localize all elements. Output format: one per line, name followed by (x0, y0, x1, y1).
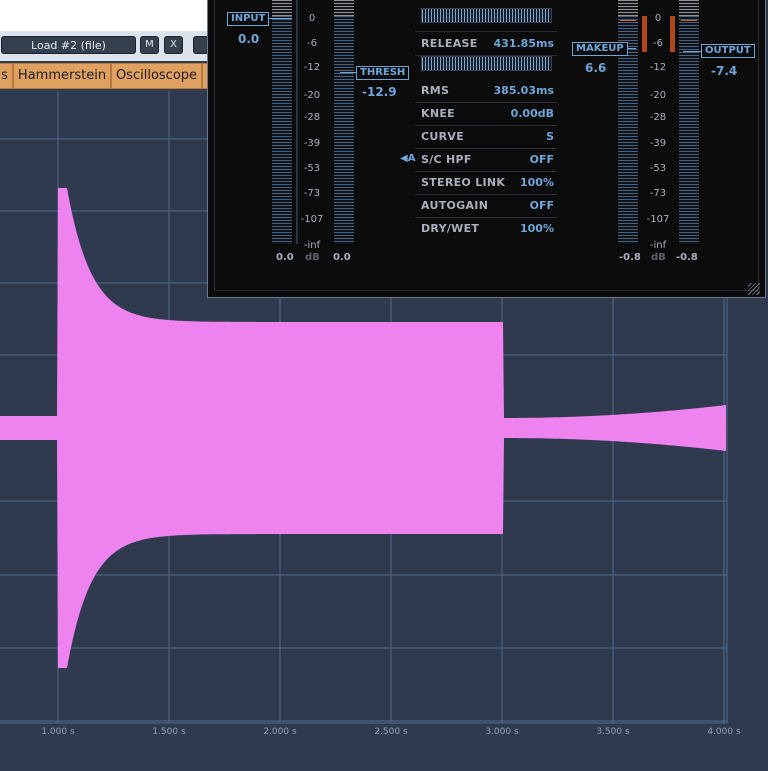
db-scale-tick: -12 (649, 62, 667, 73)
thresh-label[interactable]: THRESH (356, 66, 410, 80)
divider (415, 31, 557, 32)
makeup-meter-top (618, 0, 638, 16)
db-scale-tick: -6 (307, 38, 317, 49)
param-knee[interactable]: KNEE 0.00dB (415, 103, 557, 126)
x-tick-label: 1.500 s (152, 727, 186, 737)
x-tick-label: 2.000 s (263, 727, 297, 737)
db-scale-tick: -39 (649, 138, 667, 149)
output-peak-line (681, 20, 697, 21)
tab-hammerstein[interactable]: Hammerstein (13, 63, 111, 89)
sc-hpf-label: S/C HPF (421, 153, 472, 166)
stereo-link-value[interactable]: 100% (520, 176, 554, 189)
output-meter-top (679, 0, 699, 16)
gr-peak-readout: 0.0 (333, 252, 351, 263)
input-meter-top (272, 0, 292, 16)
release-label: RELEASE (421, 37, 478, 50)
stereo-link-label: STEREO LINK (421, 176, 506, 189)
x-tick-label: 4.000 s (707, 727, 741, 737)
makeup-peak-readout: -0.8 (619, 252, 641, 263)
attack-slider[interactable] (421, 8, 552, 23)
makeup-label[interactable]: MAKEUP (572, 42, 628, 56)
output-peak-readout: -0.8 (676, 252, 698, 263)
db-scale-tick: -20 (303, 90, 321, 101)
output-marker-line (683, 51, 701, 52)
dry-wet-label: DRY/WET (421, 222, 480, 235)
rms-label: RMS (421, 84, 450, 97)
db-scale-tick: 0 (654, 13, 662, 24)
tab-oscilloscope[interactable]: Oscilloscope (111, 63, 202, 89)
curve-label: CURVE (421, 130, 465, 143)
mute-button[interactable]: M (140, 36, 159, 54)
rms-value[interactable]: 385.03ms (494, 84, 554, 97)
output-value[interactable]: -7.4 (711, 64, 737, 78)
param-sc-hpf[interactable]: S/C HPF OFF (415, 149, 557, 172)
param-release[interactable]: RELEASE 431.85ms (415, 33, 557, 56)
release-slider[interactable] (421, 56, 552, 71)
db-scale-tick: -73 (303, 188, 321, 199)
load-file-field[interactable]: Load #2 (file) (1, 36, 136, 54)
db-scale-tick: -20 (649, 90, 667, 101)
thresh-value[interactable]: -12.9 (362, 85, 397, 99)
db-scale-tick: -6 (653, 38, 663, 49)
sidechain-toggle-icon[interactable]: ◀A (400, 153, 415, 164)
tab-partial[interactable]: s (0, 63, 13, 89)
x-tick-label: 3.500 s (596, 727, 630, 737)
x-tick-label: 2.500 s (374, 727, 408, 737)
output-label[interactable]: OUTPUT (701, 44, 755, 58)
db-scale-tick: -28 (649, 112, 667, 123)
gain-reduction-meter-top (334, 0, 354, 16)
db-scale-tick: -73 (649, 188, 667, 199)
db-scale-tick: -39 (303, 138, 321, 149)
db-scale-tick: -inf (649, 240, 667, 251)
db-unit-left: dB (305, 252, 320, 263)
remove-button[interactable]: X (164, 36, 183, 54)
makeup-value[interactable]: 6.6 (585, 61, 606, 75)
param-autogain[interactable]: AUTOGAIN OFF (415, 195, 557, 218)
sc-hpf-value[interactable]: OFF (530, 153, 554, 166)
autogain-label: AUTOGAIN (421, 199, 489, 212)
x-axis-ticks: 1.000 s 1.500 s 2.000 s 2.500 s 3.000 s 3.500… (41, 727, 741, 737)
db-scale-tick: -28 (303, 112, 321, 123)
db-scale-tick: -53 (649, 163, 667, 174)
resize-grip-icon[interactable] (748, 283, 760, 295)
curve-value[interactable]: S (546, 130, 554, 143)
input-value[interactable]: 0.0 (238, 32, 259, 46)
window-background (0, 0, 210, 31)
makeup-peak-line (620, 20, 636, 21)
knee-value[interactable]: 0.00dB (511, 107, 554, 120)
knee-label: KNEE (421, 107, 455, 120)
input-meter (272, 16, 292, 244)
param-rms[interactable]: RMS 385.03ms (415, 80, 557, 103)
release-value[interactable]: 431.85ms (494, 37, 554, 50)
dry-wet-value[interactable]: 100% (520, 222, 554, 235)
param-dry-wet[interactable]: DRY/WET 100% (415, 218, 557, 240)
autogain-value[interactable]: OFF (530, 199, 554, 212)
x-tick-label: 1.000 s (41, 727, 75, 737)
x-tick-label: 3.000 s (485, 727, 519, 737)
db-scale-tick: -inf (303, 240, 321, 251)
param-curve[interactable]: CURVE S (415, 126, 557, 149)
db-scale-tick: -107 (300, 214, 324, 225)
db-scale-tick: -53 (303, 163, 321, 174)
input-label[interactable]: INPUT (227, 12, 270, 26)
gain-reduction-meter (334, 16, 354, 244)
input-peak-readout: 0.0 (276, 252, 294, 263)
db-scale-tick: -12 (303, 62, 321, 73)
db-scale-tick: -107 (646, 214, 670, 225)
input-marker-line (268, 18, 292, 19)
db-scale-tick: 0 (308, 13, 316, 24)
param-stereo-link[interactable]: STEREO LINK 100% (415, 172, 557, 195)
db-unit-right: dB (651, 252, 666, 263)
